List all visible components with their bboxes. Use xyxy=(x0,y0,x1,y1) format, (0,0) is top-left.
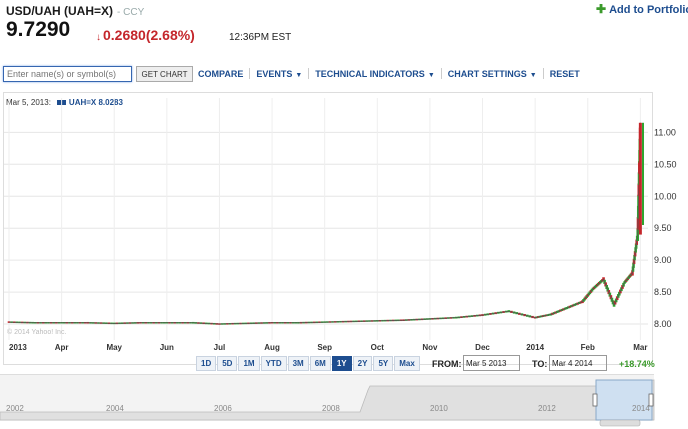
x-tick-label: 2013 xyxy=(9,343,27,352)
from-label: FROM: xyxy=(432,359,462,369)
range-button-5y[interactable]: 5Y xyxy=(373,356,394,371)
range-button-6m[interactable]: 6M xyxy=(309,356,331,371)
x-tick-label: Apr xyxy=(55,343,69,352)
to-label: TO: xyxy=(532,359,548,369)
x-tick-label: Aug xyxy=(264,343,280,352)
x-tick-label: Dec xyxy=(475,343,490,352)
x-tick-label: Jul xyxy=(214,343,226,352)
x-tick-label: 2014 xyxy=(526,343,544,352)
from-date-input[interactable]: Mar 5 2013 xyxy=(463,355,520,371)
navigator-year-label: 2008 xyxy=(322,404,340,413)
range-button-ytd[interactable]: YTD xyxy=(260,356,287,371)
navigator-year-label: 2004 xyxy=(106,404,124,413)
copyright-text: © 2014 Yahoo! Inc. xyxy=(7,329,67,336)
y-tick-label: 8.00 xyxy=(654,319,672,329)
range-button-5d[interactable]: 5D xyxy=(217,356,238,371)
navigator-year-label: 2014 xyxy=(632,404,650,413)
to-date-input[interactable]: Mar 4 2014 xyxy=(549,355,607,371)
y-tick-label: 10.00 xyxy=(654,191,677,201)
range-button-1y[interactable]: 1Y xyxy=(331,356,352,371)
x-tick-label: Feb xyxy=(581,343,595,352)
x-tick-label: Sep xyxy=(317,343,332,352)
x-tick-label: Oct xyxy=(371,343,385,352)
y-tick-label: 9.50 xyxy=(654,223,672,233)
range-button-3m[interactable]: 3M xyxy=(287,356,309,371)
navigator-year-label: 2010 xyxy=(430,404,448,413)
range-button-max[interactable]: Max xyxy=(394,356,420,371)
range-button-1d[interactable]: 1D xyxy=(196,356,217,371)
period-change: +18.74% xyxy=(619,359,655,369)
range-button-1m[interactable]: 1M xyxy=(238,356,260,371)
x-tick-label: Jun xyxy=(160,343,174,352)
y-tick-label: 9.00 xyxy=(654,255,672,265)
navigator-year-label: 2002 xyxy=(6,404,24,413)
y-tick-label: 11.00 xyxy=(654,127,676,137)
x-tick-label: Nov xyxy=(422,343,438,352)
x-tick-label: May xyxy=(106,343,122,352)
navigator-scroll-thumb xyxy=(599,419,641,427)
y-tick-label: 8.50 xyxy=(654,287,672,297)
y-tick-label: 10.50 xyxy=(654,159,677,169)
navigator-years: 2002 2004 2006 2008 2010 2012 2014 xyxy=(0,374,688,420)
x-tick-label: Mar xyxy=(633,343,647,352)
spike-candle xyxy=(638,122,642,235)
range-selector: 1D 5D 1M YTD 3M 6M 1Y 2Y 5Y Max xyxy=(196,356,421,371)
navigator-year-label: 2006 xyxy=(214,404,232,413)
navigator-year-label: 2012 xyxy=(538,404,556,413)
range-button-2y[interactable]: 2Y xyxy=(352,356,373,371)
